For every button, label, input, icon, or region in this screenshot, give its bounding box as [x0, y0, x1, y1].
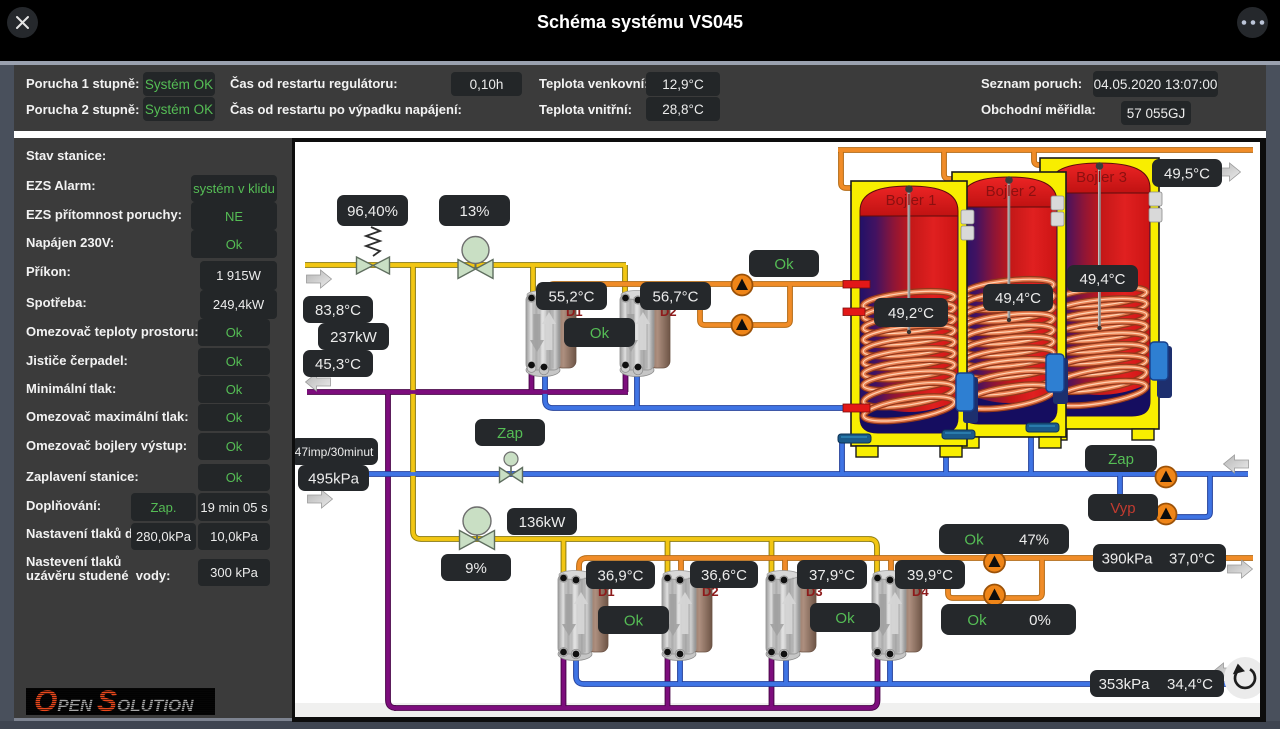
svg-text:37,9°C: 37,9°C: [809, 567, 855, 584]
svg-text:9%: 9%: [465, 560, 487, 577]
svg-text:13%: 13%: [459, 203, 489, 220]
svg-text:34,4°C: 34,4°C: [1167, 676, 1213, 693]
svg-text:49,4°C: 49,4°C: [1079, 271, 1125, 288]
svg-text:49,5°C: 49,5°C: [1164, 165, 1210, 182]
svg-text:47%: 47%: [1019, 531, 1049, 548]
svg-text:45,3°C: 45,3°C: [315, 356, 361, 373]
svg-text:136kW: 136kW: [519, 514, 567, 531]
svg-text:49,4°C: 49,4°C: [995, 290, 1041, 307]
svg-text:36,6°C: 36,6°C: [701, 567, 747, 584]
svg-text:0%: 0%: [1029, 612, 1051, 629]
svg-text:Ok: Ok: [967, 612, 987, 629]
svg-text:39,9°C: 39,9°C: [907, 567, 953, 584]
svg-text:Bojler 2: Bojler 2: [986, 183, 1037, 200]
svg-text:56,7°C: 56,7°C: [652, 288, 698, 305]
svg-text:83,8°C: 83,8°C: [315, 302, 361, 319]
svg-text:Ok: Ok: [624, 612, 644, 629]
svg-text:36,9°C: 36,9°C: [597, 567, 643, 584]
svg-text:390kPa: 390kPa: [1102, 550, 1154, 567]
svg-text:49,2°C: 49,2°C: [888, 305, 934, 322]
svg-text:353kPa: 353kPa: [1099, 676, 1151, 693]
svg-text:47imp/30minut: 47imp/30minut: [295, 445, 374, 459]
svg-text:Bojler 3: Bojler 3: [1076, 169, 1127, 186]
svg-text:Zap: Zap: [1108, 451, 1134, 468]
svg-text:237kW: 237kW: [330, 329, 378, 346]
svg-text:Ok: Ok: [964, 531, 984, 548]
svg-text:Ok: Ok: [590, 325, 610, 342]
svg-text:Ok: Ok: [774, 256, 794, 273]
svg-text:Zap: Zap: [497, 425, 523, 442]
svg-text:495kPa: 495kPa: [308, 470, 360, 487]
svg-text:Bojler 1: Bojler 1: [886, 192, 937, 209]
svg-text:37,0°C: 37,0°C: [1169, 550, 1215, 567]
svg-text:Vyp: Vyp: [1110, 500, 1135, 517]
svg-text:55,2°C: 55,2°C: [548, 288, 594, 305]
svg-text:Ok: Ok: [835, 610, 855, 627]
svg-text:96,40%: 96,40%: [347, 203, 398, 220]
